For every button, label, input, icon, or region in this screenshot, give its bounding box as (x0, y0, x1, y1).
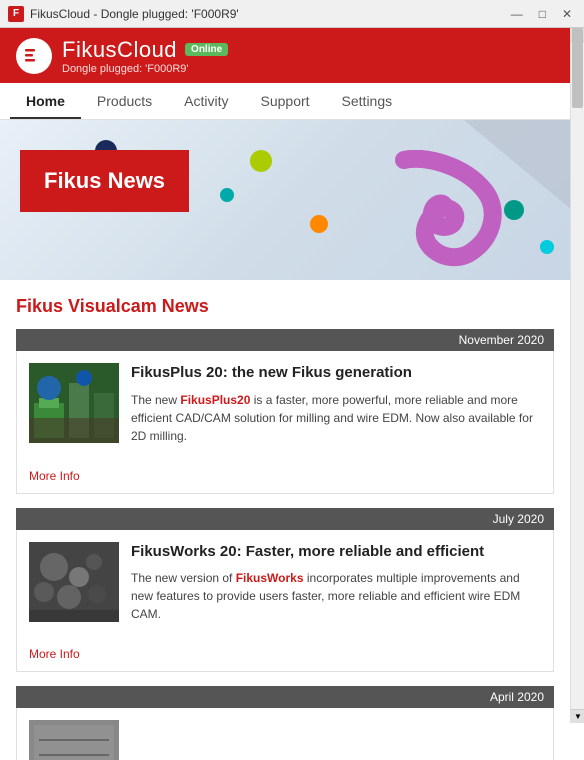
news-body-1: FikusPlus 20: the new Fikus generation T… (131, 363, 541, 453)
nav-products[interactable]: Products (81, 83, 168, 119)
scroll-down-button[interactable]: ▼ (571, 709, 584, 723)
hero-news-box: Fikus News (20, 150, 189, 212)
news-thumbnail-3 (29, 720, 119, 760)
deco-circle-6 (540, 240, 554, 254)
news-desc-1: The new FikusPlus20 is a faster, more po… (131, 391, 541, 445)
nav-activity[interactable]: Activity (168, 83, 244, 119)
deco-circle-3 (250, 150, 272, 172)
news-title-2: FikusWorks 20: Faster, more reliable and… (131, 542, 541, 562)
nav-support[interactable]: Support (245, 83, 326, 119)
corner-triangle (464, 120, 584, 220)
app-name: FikusCloud (62, 37, 177, 63)
title-bar: F FikusCloud - Dongle plugged: 'F000R9' … (0, 0, 584, 28)
nav-settings[interactable]: Settings (326, 83, 409, 119)
news-highlight-2: FikusWorks (236, 571, 304, 585)
deco-circle-5 (310, 215, 328, 233)
main-content: Fikus Visualcam News November 2020 Fikus… (0, 280, 570, 760)
news-date-3: April 2020 (16, 686, 554, 708)
logo-icon (16, 38, 52, 74)
window-controls: — □ ✕ (507, 7, 576, 21)
deco-circle-4 (220, 188, 234, 202)
news-body-3 (131, 720, 541, 760)
scroll-track[interactable]: ▲ ▼ (570, 28, 584, 723)
news-card-2: FikusWorks 20: Faster, more reliable and… (16, 530, 554, 673)
news-desc-2: The new version of FikusWorks incorporat… (131, 569, 541, 623)
scroll-thumb[interactable] (572, 28, 583, 108)
hero-news-text: Fikus News (44, 168, 165, 193)
minimize-button[interactable]: — (507, 7, 527, 21)
news-body-2: FikusWorks 20: Faster, more reliable and… (131, 542, 541, 632)
close-button[interactable]: ✕ (558, 7, 576, 21)
news-card-3-partial (16, 708, 554, 760)
news-card-1: FikusPlus 20: the new Fikus generation T… (16, 351, 554, 494)
news-highlight-1: FikusPlus20 (180, 393, 250, 407)
news-more-link-2[interactable]: More Info (17, 643, 553, 671)
news-desc-start-2: The new version of (131, 571, 236, 585)
maximize-button[interactable]: □ (535, 7, 550, 21)
hero-banner: Fikus News (0, 120, 584, 280)
news-thumbnail-1 (29, 363, 119, 443)
news-more-link-1[interactable]: More Info (17, 465, 553, 493)
section-title: Fikus Visualcam News (16, 296, 554, 317)
news-date-2: July 2020 (16, 508, 554, 530)
news-thumbnail-2 (29, 542, 119, 622)
news-date-1: November 2020 (16, 329, 554, 351)
nav-home[interactable]: Home (10, 83, 81, 119)
nav-bar: Home Products Activity Support Settings (0, 83, 584, 120)
news-desc-start-1: The new (131, 393, 180, 407)
app-icon: F (8, 6, 24, 22)
window-title: FikusCloud - Dongle plugged: 'F000R9' (30, 7, 507, 21)
app-header: FikusCloud Online Dongle plugged: 'F000R… (0, 28, 584, 83)
online-status-badge: Online (185, 43, 228, 56)
news-title-1: FikusPlus 20: the new Fikus generation (131, 363, 541, 383)
dongle-info: Dongle plugged: 'F000R9' (62, 63, 228, 75)
app-title-group: FikusCloud Online Dongle plugged: 'F000R… (62, 37, 228, 75)
